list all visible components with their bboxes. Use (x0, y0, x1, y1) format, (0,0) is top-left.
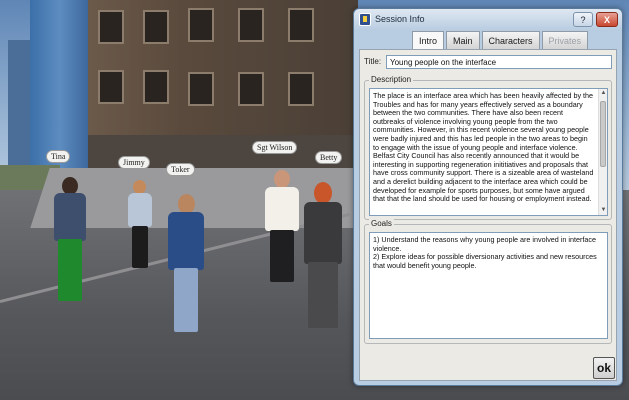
avatar-sgt-wilson[interactable] (262, 170, 302, 285)
dialog-title: Session Info (375, 14, 425, 24)
avatar-toker[interactable] (164, 192, 208, 337)
description-label: Description (369, 75, 414, 84)
session-info-dialog: Session Info ? X Intro Main Characters P… (353, 8, 623, 386)
nametag-jimmy: Jimmy (118, 156, 150, 169)
building-window (188, 72, 214, 106)
tab-intro[interactable]: Intro (412, 31, 445, 49)
goal-item: 1) Understand the reasons why young peop… (373, 235, 596, 253)
description-scrollbar[interactable]: ▲ ▼ (598, 89, 607, 215)
building-window (143, 10, 169, 44)
goals-group: Goals 1) Understand the reasons why youn… (364, 219, 612, 344)
title-field-label: Title: (364, 57, 382, 66)
nametag-betty: Betty (315, 151, 343, 164)
goals-label: Goals (369, 219, 394, 228)
tab-privates[interactable]: Privates (541, 31, 589, 49)
building-window (143, 70, 169, 104)
scroll-up-arrow-icon[interactable]: ▲ (599, 89, 607, 98)
tab-characters[interactable]: Characters (481, 31, 540, 49)
background-building (8, 40, 32, 180)
nametag-sgt-wilson: Sgt Wilson (252, 141, 298, 154)
dialog-tabs: Intro Main Characters Privates (412, 31, 589, 49)
goal-item: 2) Explore ideas for possible diversiona… (373, 252, 597, 270)
avatar-jimmy[interactable] (126, 180, 154, 270)
title-field[interactable] (386, 55, 612, 69)
scroll-down-arrow-icon[interactable]: ▼ (599, 206, 607, 215)
building-window (238, 8, 264, 42)
help-button[interactable]: ? (573, 12, 593, 27)
scroll-thumb[interactable] (600, 101, 606, 167)
nametag-toker: Toker (166, 163, 195, 176)
nametag-tina: Tina (46, 150, 71, 163)
building-window (288, 8, 314, 42)
building-window (98, 10, 124, 44)
close-button[interactable]: X (596, 12, 618, 27)
avatar-betty[interactable] (300, 182, 346, 332)
description-textarea[interactable]: The place is an interface area which has… (369, 88, 608, 216)
building-window (238, 72, 264, 106)
description-group: Description The place is an interface ar… (364, 75, 612, 220)
avatar-tina[interactable] (50, 175, 90, 305)
app-icon (359, 13, 371, 26)
description-text: The place is an interface area which has… (373, 91, 594, 204)
building-window (98, 70, 124, 104)
building-window (188, 8, 214, 42)
building-window (288, 72, 314, 106)
tab-main[interactable]: Main (446, 31, 480, 49)
ok-button[interactable]: ok (593, 357, 615, 379)
goals-textarea[interactable]: 1) Understand the reasons why young peop… (369, 232, 608, 339)
dialog-titlebar[interactable]: Session Info ? X (354, 9, 622, 31)
intro-panel: Title: Description The place is an inter… (359, 49, 617, 381)
